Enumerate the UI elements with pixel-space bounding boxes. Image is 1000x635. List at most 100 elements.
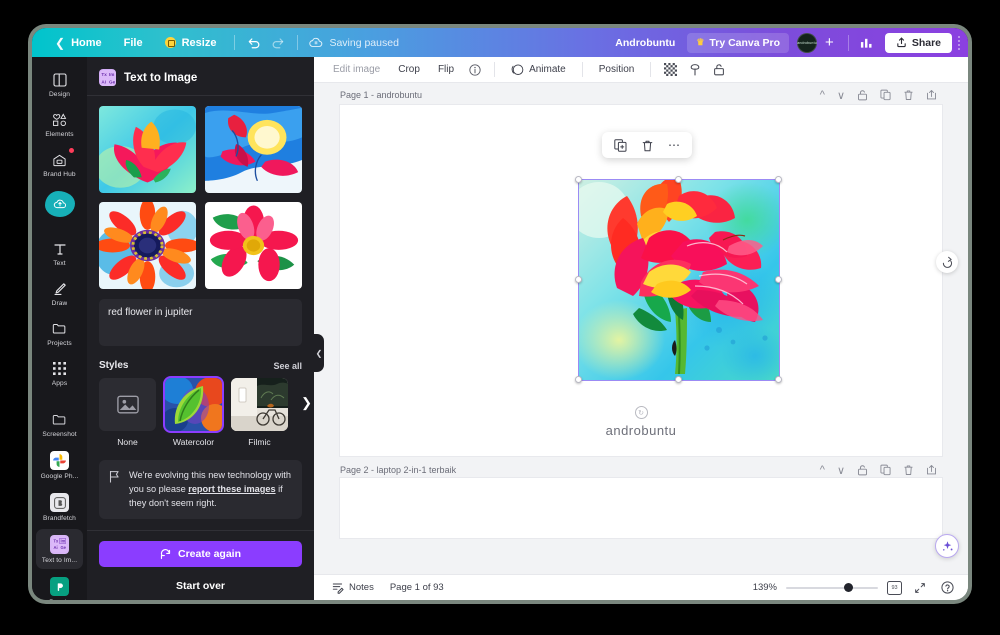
undo-icon[interactable]: [242, 32, 266, 54]
result-thumbnail[interactable]: [99, 202, 196, 289]
chevron-down-icon[interactable]: ∨: [832, 462, 850, 479]
help-icon[interactable]: [938, 579, 957, 596]
avatar[interactable]: androbuntu: [797, 33, 817, 53]
style-option-watercolor[interactable]: Watercolor: [165, 378, 222, 447]
resize-handle-e[interactable]: [775, 276, 782, 283]
sidebar-item-brandfetch[interactable]: Brandfetch: [36, 487, 83, 527]
page-label: Page 1 - androbuntu: [340, 90, 422, 100]
home-button[interactable]: ❮ Home: [44, 32, 113, 54]
selected-image-element[interactable]: [579, 180, 779, 380]
animate-label: Animate: [529, 64, 566, 75]
lock-icon[interactable]: [852, 462, 873, 478]
try-pro-label: Try Canva Pro: [709, 37, 780, 49]
chevron-down-icon[interactable]: ∨: [832, 87, 850, 104]
sidebar-item-draw[interactable]: Draw: [36, 274, 83, 312]
sidebar-item-text-to-image[interactable]: TxIm AiGe Text to Im...: [36, 529, 83, 569]
redo-icon[interactable]: [266, 32, 290, 54]
resize-handle-w[interactable]: [575, 276, 582, 283]
bar-chart-icon[interactable]: [855, 32, 879, 54]
resize-handle-n[interactable]: [675, 176, 682, 183]
create-again-button[interactable]: Create again: [99, 541, 302, 567]
sidebar-item-text[interactable]: Text: [36, 234, 83, 272]
panel-collapse-handle[interactable]: ❮: [314, 334, 324, 372]
bottom-status-bar: Notes Page 1 of 93 139% 93: [314, 574, 968, 600]
refresh-icon: [160, 549, 171, 560]
lock-icon[interactable]: [852, 87, 873, 103]
sidebar-item-uploads[interactable]: Uploads: [36, 185, 83, 232]
page-1-header: Page 1 - androbuntu ^ ∨: [314, 83, 968, 105]
sidebar-item-projects[interactable]: Projects: [36, 314, 83, 352]
sidebar-item-apps[interactable]: Apps: [36, 354, 83, 392]
resize-handle-ne[interactable]: [775, 176, 782, 183]
report-images-link[interactable]: report these images: [188, 484, 275, 494]
duplicate-icon[interactable]: [608, 137, 633, 154]
result-thumbnail[interactable]: [99, 106, 196, 193]
chevron-up-icon[interactable]: ^: [815, 87, 830, 103]
magic-sparkle-icon[interactable]: [935, 534, 959, 558]
page-tools: ^ ∨: [815, 87, 942, 104]
resize-handle-sw[interactable]: [575, 376, 582, 383]
zoom-slider-knob[interactable]: [844, 583, 853, 592]
sidebar-item-label: Brand Hub: [43, 171, 75, 178]
style-option-none[interactable]: None: [99, 378, 156, 447]
design-icon: [53, 71, 67, 88]
sidebar-item-label: Screenshot: [42, 431, 76, 438]
share-button[interactable]: Share: [885, 33, 952, 53]
page-count-label: Page 1 of 93: [390, 582, 444, 593]
sidebar-item-elements[interactable]: Elements: [36, 105, 83, 143]
chevron-right-icon[interactable]: ❯: [301, 395, 312, 411]
chevron-up-icon[interactable]: ^: [815, 462, 830, 478]
more-icon[interactable]: ⋯: [662, 136, 686, 154]
notes-button[interactable]: Notes: [325, 579, 381, 597]
edit-image-button[interactable]: Edit image: [324, 60, 389, 79]
zoom-slider[interactable]: [786, 582, 878, 594]
rotate-icon[interactable]: [936, 251, 958, 273]
see-all-styles-link[interactable]: See all: [273, 361, 302, 371]
fullscreen-icon[interactable]: [911, 580, 929, 596]
file-menu-button[interactable]: File: [113, 33, 154, 53]
projects-icon: [52, 320, 67, 337]
style-label: None: [99, 437, 156, 447]
result-thumbnail[interactable]: [205, 106, 302, 193]
toolbar-divider-2: [582, 62, 583, 77]
file-label: File: [124, 37, 143, 49]
page-1-canvas[interactable]: ⋯: [340, 105, 942, 456]
sidebar-item-screenshot[interactable]: Screenshot: [36, 405, 83, 443]
position-button[interactable]: Position: [590, 60, 644, 79]
sidebar-item-pexels[interactable]: Pexels: [36, 571, 83, 600]
crop-button[interactable]: Crop: [389, 60, 429, 79]
expand-icon[interactable]: [921, 462, 942, 478]
sidebar-item-design[interactable]: Design: [36, 65, 83, 103]
prompt-input[interactable]: red flower in jupiter: [99, 299, 302, 346]
sidebar-item-brand-hub[interactable]: Brand Hub: [36, 145, 83, 183]
flip-button[interactable]: Flip: [429, 60, 463, 79]
lock-icon[interactable]: [707, 60, 731, 79]
sidebar-item-google-photos[interactable]: Google Ph...: [36, 445, 83, 485]
expand-icon[interactable]: [921, 87, 942, 103]
trash-icon[interactable]: [898, 87, 919, 103]
result-thumbnail[interactable]: [205, 202, 302, 289]
chevron-left-icon: ❮: [55, 36, 65, 50]
add-collaborator-button[interactable]: +: [817, 34, 842, 51]
resize-handle-nw[interactable]: [575, 176, 582, 183]
top-bar: ❮ Home File Resize Saving pa: [32, 28, 968, 57]
resize-button[interactable]: Resize: [154, 33, 228, 53]
start-over-button[interactable]: Start over: [99, 574, 302, 598]
resize-handle-s[interactable]: [675, 376, 682, 383]
page-count-icon[interactable]: 93: [887, 581, 902, 595]
style-option-filmic[interactable]: Filmic: [231, 378, 288, 447]
try-canva-pro-button[interactable]: ♛ Try Canva Pro: [687, 33, 789, 53]
svg-text:Im: Im: [109, 72, 114, 77]
page-2-canvas[interactable]: [340, 478, 942, 538]
trash-icon[interactable]: [635, 137, 660, 154]
resize-handle-se[interactable]: [775, 376, 782, 383]
tune-icon[interactable]: [683, 60, 707, 79]
transparency-icon[interactable]: [658, 60, 683, 79]
info-icon[interactable]: [463, 61, 487, 79]
animate-button[interactable]: Animate: [502, 60, 575, 80]
duplicate-icon[interactable]: [875, 462, 896, 478]
window-grip-handle[interactable]: [958, 36, 960, 50]
trash-icon[interactable]: [898, 462, 919, 478]
duplicate-icon[interactable]: [875, 87, 896, 103]
canvas-scroll-area[interactable]: Page 1 - androbuntu ^ ∨: [314, 83, 968, 600]
